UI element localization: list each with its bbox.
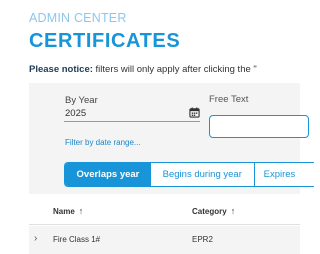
page-title: CERTIFICATES	[29, 30, 181, 52]
date-mode-toggle: Overlaps year Begins during year Expires	[64, 162, 314, 187]
mode-expires-button[interactable]: Expires	[255, 163, 314, 186]
mode-overlaps-year-button[interactable]: Overlaps year	[65, 163, 151, 186]
column-name-label: Name	[53, 207, 75, 216]
cell-category: EPR2	[192, 235, 213, 244]
table-header: Name ↑ Category ↑	[29, 197, 300, 225]
column-category-label: Category	[192, 207, 227, 216]
cell-name: Fire Class 1#	[53, 235, 101, 244]
chevron-right-icon[interactable]: ›	[34, 233, 37, 244]
calendar-icon[interactable]	[189, 107, 200, 118]
arrow-up-icon: ↑	[230, 206, 236, 216]
filter-panel: By Year 2025 Filter by date range... Fre…	[29, 83, 314, 194]
arrow-up-icon: ↑	[78, 206, 84, 216]
notice-text: filters will only apply after clicking t…	[92, 64, 257, 75]
table-row[interactable]: › Fire Class 1# EPR2	[29, 226, 300, 254]
section-kicker: ADMIN CENTER	[29, 11, 127, 25]
filter-notice: Please notice: filters will only apply a…	[29, 64, 300, 75]
column-header-category[interactable]: Category ↑	[192, 206, 235, 216]
mode-begins-during-year-button[interactable]: Begins during year	[151, 163, 255, 186]
free-text-label: Free Text	[209, 94, 249, 105]
year-value: 2025	[65, 108, 87, 119]
column-header-name[interactable]: Name ↑	[53, 206, 83, 216]
page-header: ADMIN CENTER CERTIFICATES	[29, 0, 300, 60]
notice-label: Please notice:	[29, 64, 93, 75]
year-input[interactable]: 2025	[64, 106, 200, 122]
free-text-input[interactable]	[209, 115, 309, 138]
date-range-link[interactable]: Filter by date range...	[65, 138, 141, 147]
by-year-label: By Year	[65, 95, 98, 106]
